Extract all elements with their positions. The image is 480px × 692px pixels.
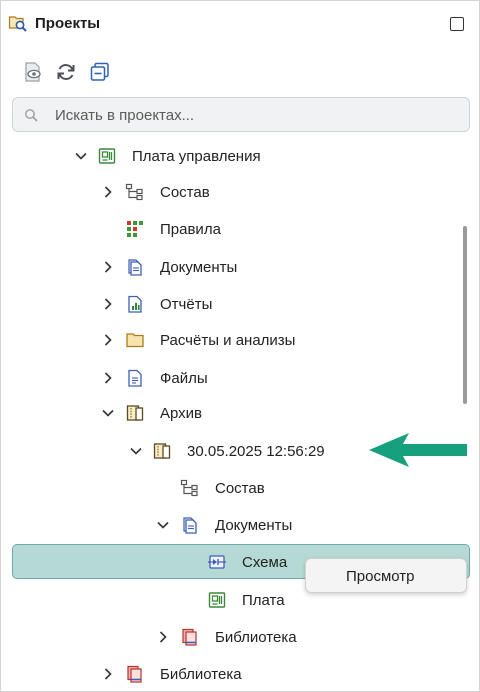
file-icon — [125, 368, 145, 388]
tree-item-reports[interactable]: Отчёты — [1, 286, 480, 322]
board-icon — [207, 590, 227, 610]
chevron-right-icon[interactable] — [155, 629, 171, 645]
tree-item-label: Архив — [160, 405, 203, 422]
context-menu-item-view[interactable]: Просмотр — [346, 568, 415, 585]
search-icon — [24, 108, 38, 122]
tree-item-rules[interactable]: Правила — [1, 211, 480, 247]
tree-item-label: Правила — [160, 221, 221, 238]
annotation-arrow-icon — [369, 433, 469, 467]
toolbar — [1, 57, 480, 87]
schematic-icon — [207, 552, 227, 572]
search-input[interactable] — [55, 104, 455, 126]
tree-item-calculations[interactable]: Расчёты и анализы — [1, 322, 480, 358]
tree-item-label: 30.05.2025 12:56:29 — [187, 443, 325, 460]
projects-folder-search-icon — [8, 13, 28, 33]
view-document-icon[interactable] — [21, 60, 45, 84]
tree-item-label: Библиотека — [215, 629, 297, 646]
tree-item-files[interactable]: Файлы — [1, 360, 480, 396]
maximize-icon[interactable] — [450, 17, 464, 31]
chevron-right-icon[interactable] — [100, 259, 116, 275]
structure-icon — [180, 478, 200, 498]
chevron-right-icon[interactable] — [100, 184, 116, 200]
tree-item-archive[interactable]: Архив — [1, 395, 480, 431]
archive-icon — [152, 441, 172, 461]
rules-icon — [125, 219, 145, 239]
chevron-right-icon[interactable] — [100, 332, 116, 348]
documents-icon — [125, 257, 145, 277]
tree-item-label: Библиотека — [160, 666, 242, 683]
vertical-scrollbar[interactable] — [463, 226, 467, 404]
collapse-all-icon[interactable] — [88, 60, 112, 84]
archive-icon — [125, 403, 145, 423]
board-icon — [97, 146, 117, 166]
refresh-icon[interactable] — [54, 60, 78, 84]
panel-header: Проекты — [1, 1, 480, 47]
structure-icon — [125, 182, 145, 202]
tree-item-board[interactable]: Плата управления — [1, 138, 480, 174]
chevron-right-icon[interactable] — [100, 296, 116, 312]
tree-item-label: Расчёты и анализы — [160, 332, 296, 349]
chevron-down-icon[interactable] — [73, 148, 89, 164]
tree-item-documents[interactable]: Документы — [1, 249, 480, 285]
context-menu: Просмотр — [305, 558, 467, 593]
library-icon — [125, 664, 145, 684]
tree-item-documents[interactable]: Документы — [1, 507, 480, 543]
projects-panel: Проекты Искать в проектах... Плата управ… — [0, 0, 480, 692]
tree-item-library[interactable]: Библиотека — [1, 656, 480, 692]
chevron-down-icon[interactable] — [155, 517, 171, 533]
tree-item-label: Документы — [160, 259, 238, 276]
tree-item-label: Отчёты — [160, 296, 213, 313]
chevron-right-icon[interactable] — [100, 666, 116, 682]
report-icon — [125, 294, 145, 314]
panel-title: Проекты — [35, 15, 101, 32]
chevron-down-icon[interactable] — [100, 405, 116, 421]
folder-icon — [125, 330, 145, 350]
tree-item-label: Состав — [160, 184, 210, 201]
tree-item-structure[interactable]: Состав — [1, 470, 480, 506]
tree-item-label: Схема — [242, 554, 288, 571]
search-box[interactable] — [12, 97, 470, 132]
tree-item-structure[interactable]: Состав — [1, 174, 480, 210]
library-icon — [180, 627, 200, 647]
tree-item-label: Плата — [242, 592, 285, 609]
tree-item-label: Состав — [215, 480, 265, 497]
tree-item-library[interactable]: Библиотека — [1, 619, 480, 655]
tree-item-label: Документы — [215, 517, 293, 534]
chevron-down-icon[interactable] — [128, 443, 144, 459]
documents-icon — [180, 515, 200, 535]
tree-item-label: Файлы — [160, 370, 208, 387]
tree-item-label: Плата управления — [132, 148, 261, 165]
chevron-right-icon[interactable] — [100, 370, 116, 386]
